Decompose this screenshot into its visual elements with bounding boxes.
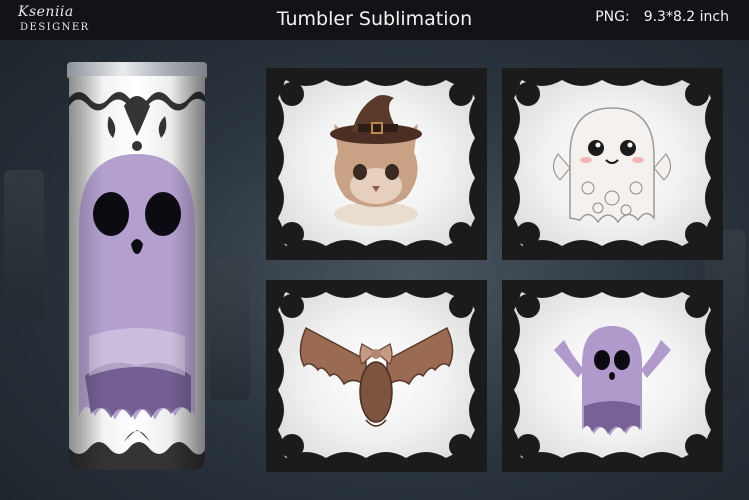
design-panel-cat — [266, 68, 487, 260]
design-panel-bat — [266, 280, 487, 472]
background-bottle — [4, 170, 44, 320]
design-panel-purple-ghost — [502, 280, 723, 472]
header-bar: Kseniia DESIGNER Tumbler Sublimation PNG… — [0, 0, 749, 40]
cat-witch-illustration — [330, 95, 422, 226]
tumbler-body — [69, 76, 205, 470]
format-label: PNG: — [595, 9, 630, 25]
size-label: 9.3*8.2 inch — [643, 9, 729, 25]
lace-border-bottom — [69, 430, 205, 470]
design-panel-white-ghost — [502, 68, 723, 260]
background-bottle — [210, 260, 250, 400]
tumbler-wrap-design — [69, 91, 205, 470]
purple-ghost-illustration — [554, 326, 671, 436]
tumbler-mockup — [67, 62, 207, 470]
bat-illustration — [299, 326, 454, 427]
lace-border-top — [69, 91, 205, 151]
white-ghost-illustration — [552, 107, 672, 224]
file-spec: PNG: 9.3*8.2 inch — [595, 9, 729, 25]
ghost-illustration — [79, 154, 195, 420]
